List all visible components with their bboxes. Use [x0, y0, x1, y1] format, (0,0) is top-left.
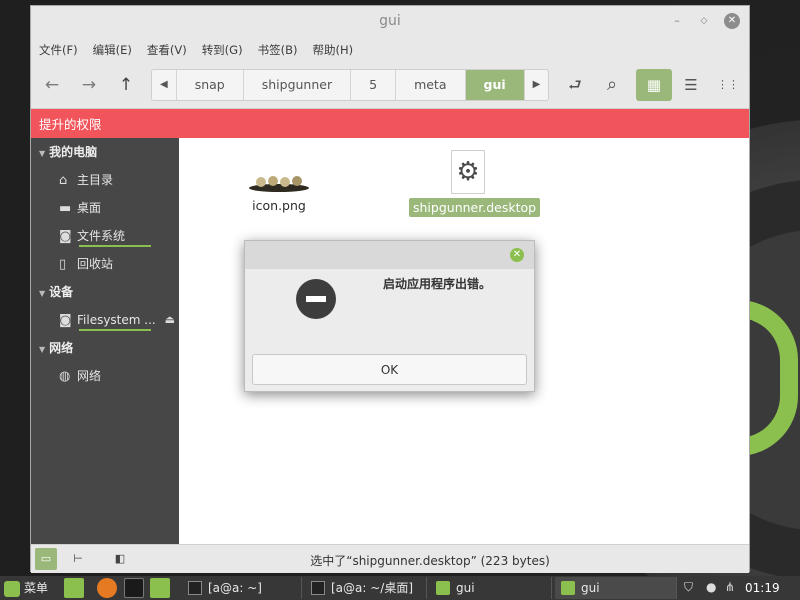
sidebar-item-desktop[interactable]: ▬ 桌面	[31, 194, 179, 222]
breadcrumb-meta[interactable]: meta	[396, 70, 466, 100]
menu-bar: 文件(F) 编辑(E) 查看(V) 转到(G) 书签(B) 帮助(H)	[31, 36, 749, 60]
eject-icon[interactable]: ⏏	[165, 306, 175, 334]
terminal-icon	[311, 581, 325, 595]
desktop-icon: ▬	[59, 201, 72, 216]
breadcrumb: ◀ snap shipgunner 5 meta gui ▶	[151, 69, 550, 101]
sidebar-item-home[interactable]: ⌂ 主目录	[31, 166, 179, 194]
sidebar-item-network[interactable]: ◍ 网络	[31, 362, 179, 390]
title-bar[interactable]: gui – ◇ ✕	[31, 6, 749, 36]
window-title: gui	[379, 13, 401, 29]
taskbar: 菜单 [a@a: ~] [a@a: ~/桌面] gui gui ⛉ ● ⋔ 01…	[0, 576, 800, 600]
menu-edit[interactable]: 编辑(E)	[87, 36, 138, 60]
status-text: 选中了“shipgunner.desktop” (223 bytes)	[310, 554, 550, 568]
gear-icon: ⚙	[451, 150, 485, 194]
maximize-button[interactable]: ◇	[696, 13, 712, 29]
forward-icon[interactable]: →	[78, 74, 100, 96]
show-desktop-icon[interactable]	[64, 578, 84, 598]
task-label: gui	[456, 581, 475, 595]
file-icon-png[interactable]: icon.png	[239, 173, 319, 215]
menu-help[interactable]: 帮助(H)	[306, 36, 359, 60]
network-icon: ◍	[59, 369, 71, 384]
sidebar-section-computer[interactable]: ▼ 我的电脑	[31, 138, 179, 166]
home-icon: ⌂	[59, 173, 68, 188]
task-terminal-desktop[interactable]: [a@a: ~/桌面]	[305, 577, 427, 599]
toolbar: ← → ↑ ◀ snap shipgunner 5 meta gui ▶ ⮐ ⌕…	[31, 60, 749, 109]
collapse-arrow-icon[interactable]: ▼	[39, 289, 45, 298]
ok-button[interactable]: OK	[252, 354, 527, 385]
firefox-icon[interactable]	[97, 578, 117, 598]
dialog-message: 启动应用程序出错。	[383, 277, 492, 291]
menu-file[interactable]: 文件(F)	[33, 36, 84, 60]
task-folder-gui-active[interactable]: gui	[555, 577, 677, 599]
status-bar: ▭ ⊢ ◧ 选中了“shipgunner.desktop” (223 bytes…	[31, 544, 749, 573]
breadcrumb-right-arrow[interactable]: ▶	[525, 70, 549, 100]
drive-icon: ◙	[59, 313, 72, 328]
dialog-close-icon[interactable]: ✕	[510, 248, 524, 262]
usage-bar	[79, 329, 151, 331]
terminal-launcher-icon[interactable]	[124, 578, 144, 598]
breadcrumb-5[interactable]: 5	[351, 70, 397, 100]
breadcrumb-snap[interactable]: snap	[177, 70, 244, 100]
sidebar-section-title: 设备	[49, 285, 74, 299]
sidebar-item-filesystem-device[interactable]: ◙ Filesystem ... ⏏	[31, 306, 179, 334]
sidebar-item-label: 文件系统	[77, 229, 126, 243]
sidebar-item-trash[interactable]: ▯ 回收站	[31, 250, 179, 278]
collapse-arrow-icon[interactable]: ▼	[39, 345, 45, 354]
collapse-arrow-icon[interactable]: ▼	[39, 149, 45, 158]
task-label: gui	[581, 581, 600, 595]
clock[interactable]: 01:19	[745, 581, 780, 595]
terminal-icon	[188, 581, 202, 595]
search-icon[interactable]: ⌕	[601, 74, 623, 96]
sidebar: ▼ 我的电脑 ⌂ 主目录 ▬ 桌面 ◙ 文件系统 ▯ 回收站 ▼ 设备 ◙ Filesyste…	[31, 138, 179, 544]
folder-icon	[561, 581, 575, 595]
sidebar-section-title: 网络	[49, 341, 74, 355]
network-tray-icon[interactable]: ⋔	[725, 580, 735, 594]
file-name: shipgunner.desktop	[409, 198, 541, 217]
breadcrumb-gui[interactable]: gui	[465, 70, 525, 100]
list-view-button[interactable]: ☰	[673, 69, 709, 101]
menu-view[interactable]: 查看(V)	[141, 36, 193, 60]
folder-icon	[436, 581, 450, 595]
toggle-location-icon[interactable]: ⮐	[564, 74, 586, 96]
trash-icon: ▯	[59, 257, 67, 272]
icon-view-button[interactable]: ▦	[636, 69, 672, 101]
minimize-button[interactable]: –	[669, 13, 685, 29]
task-label: [a@a: ~/桌面]	[331, 581, 414, 595]
png-thumbnail-icon	[249, 176, 309, 192]
menu-go[interactable]: 转到(G)	[196, 36, 249, 60]
sidebar-section-network[interactable]: ▼ 网络	[31, 334, 179, 362]
dialog-title-bar[interactable]: ✕	[245, 241, 534, 269]
menu-bookmarks[interactable]: 书签(B)	[252, 36, 304, 60]
task-label: [a@a: ~]	[208, 581, 262, 595]
sidebar-item-filesystem[interactable]: ◙ 文件系统	[31, 222, 179, 250]
sidebar-item-label: 网络	[77, 369, 102, 383]
file-name: icon.png	[252, 198, 306, 213]
sidebar-section-devices[interactable]: ▼ 设备	[31, 278, 179, 306]
user-icon[interactable]: ●	[706, 580, 716, 594]
mint-menu-icon	[4, 580, 20, 597]
sidebar-item-label: 桌面	[77, 201, 102, 215]
task-terminal-home[interactable]: [a@a: ~]	[182, 577, 302, 599]
sidebar-item-label: 回收站	[77, 257, 114, 271]
files-launcher-icon[interactable]	[150, 578, 170, 598]
sidebar-item-label: Filesystem ...	[77, 313, 156, 327]
task-folder-gui[interactable]: gui	[430, 577, 552, 599]
breadcrumb-left-arrow[interactable]: ◀	[152, 70, 177, 100]
back-icon[interactable]: ←	[41, 74, 63, 96]
sidebar-section-title: 我的电脑	[49, 145, 98, 159]
compact-view-button[interactable]: ⋮⋮	[710, 69, 746, 101]
elevated-privileges-banner: 提升的权限	[31, 109, 749, 141]
shield-icon[interactable]: ⛉	[684, 580, 693, 595]
error-icon	[296, 279, 336, 319]
breadcrumb-shipgunner[interactable]: shipgunner	[244, 70, 352, 100]
error-dialog: ✕ 启动应用程序出错。 OK	[244, 240, 535, 392]
close-button[interactable]: ✕	[724, 13, 740, 29]
file-icon-desktop[interactable]: ⚙ shipgunner.desktop	[409, 150, 541, 217]
filesystem-icon: ◙	[59, 229, 72, 244]
start-menu-button[interactable]: 菜单	[4, 579, 48, 597]
up-icon[interactable]: ↑	[115, 74, 137, 96]
menu-label: 菜单	[24, 581, 49, 595]
usage-bar	[79, 245, 151, 247]
sidebar-item-label: 主目录	[77, 173, 114, 187]
